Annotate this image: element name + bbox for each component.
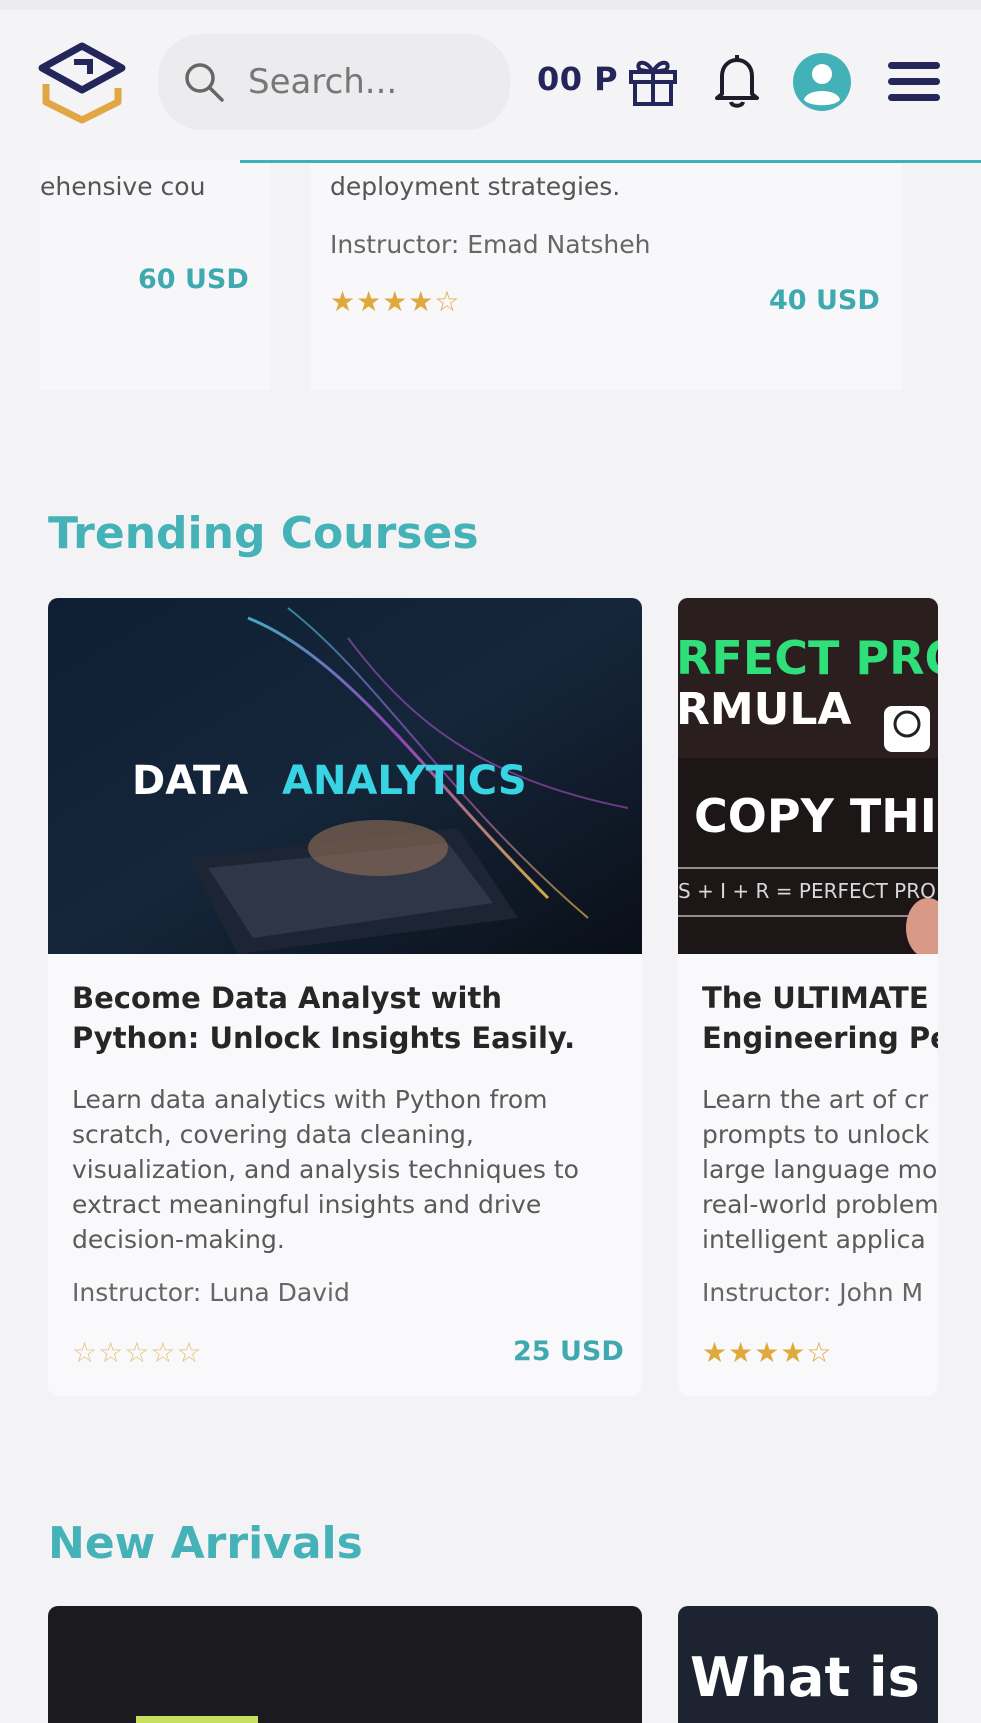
course-card[interactable]: DATA ANALYTICS Become Data Analyst with …	[48, 598, 642, 1396]
app-header: 00 P	[0, 0, 981, 160]
thumbnail-text: DATA	[132, 758, 248, 804]
section-title-trending: Trending Courses	[48, 508, 479, 559]
search-input[interactable]	[248, 62, 478, 102]
bell-icon[interactable]	[710, 52, 764, 110]
course-description: Learn data analytics with Python from sc…	[72, 1085, 579, 1254]
course-card[interactable]: ············· ············ ··········· d…	[310, 140, 902, 390]
course-description-line: Learn the art of cr	[702, 1085, 929, 1114]
course-description-line: real-world problem	[702, 1190, 938, 1219]
course-card[interactable]: RFECT PRO RMULA COPY THI S + I + R = PER…	[678, 598, 938, 1396]
course-price: 40 USD	[769, 285, 880, 316]
course-description-fragment: ehensive cou	[40, 172, 206, 201]
course-description-line: large language mo	[702, 1155, 938, 1184]
section-title-new-arrivals: New Arrivals	[48, 1518, 363, 1569]
course-description: Learn the art of cr prompts to unlock la…	[702, 1082, 938, 1257]
course-instructor: Instructor: Emad Natsheh	[330, 230, 651, 259]
thumbnail-accent	[136, 1716, 258, 1723]
course-title[interactable]: The ULTIMATE Engineering Pe	[702, 978, 938, 1058]
course-thumbnail[interactable]: What is	[678, 1606, 938, 1723]
course-card-partial[interactable]: ····· ···· ehensive cou 60 USD	[40, 140, 270, 390]
thumbnail-text: COPY THI	[694, 789, 937, 843]
course-description-line: intelligent applica	[702, 1225, 926, 1254]
rating-stars: ★★★★☆	[702, 1336, 833, 1369]
thumbnail-text: RMULA	[678, 684, 851, 735]
course-title-line: Engineering Pe	[702, 1021, 938, 1055]
rating-stars: ★★★★☆	[330, 285, 461, 318]
course-description-line: prompts to unlock	[702, 1120, 930, 1149]
hamburger-menu-icon[interactable]	[886, 60, 942, 104]
course-price: 25 USD	[513, 1336, 624, 1367]
thumbnail-text: ANALYTICS	[282, 758, 527, 804]
status-strip	[0, 0, 981, 10]
course-title[interactable]: Become Data Analyst with Python: Unlock …	[72, 978, 624, 1058]
points-balance[interactable]: 00 P	[537, 60, 618, 98]
course-thumbnail[interactable]: RFECT PRO RMULA COPY THI S + I + R = PER…	[678, 598, 938, 954]
logo-icon[interactable]	[34, 40, 130, 126]
thumbnail-text: S + I + R = PERFECT PRO	[678, 879, 936, 903]
search-icon	[185, 63, 224, 102]
thumbnail-text: What is	[690, 1646, 920, 1709]
scroll-indicator	[240, 160, 981, 163]
thumbnail-text: RFECT PRO	[678, 631, 938, 685]
course-instructor: Instructor: Luna David	[72, 1278, 350, 1307]
course-title-line: The ULTIMATE	[702, 981, 929, 1015]
course-thumbnail[interactable]	[48, 1606, 642, 1723]
course-instructor: Instructor: John M	[702, 1278, 924, 1307]
gift-icon[interactable]	[626, 54, 680, 108]
course-description: deployment strategies.	[330, 172, 621, 201]
course-thumbnail[interactable]: DATA ANALYTICS	[48, 598, 642, 954]
avatar-icon[interactable]	[792, 52, 852, 112]
course-price: 60 USD	[138, 264, 249, 295]
rating-stars: ☆☆☆☆☆	[72, 1336, 203, 1369]
search-bar[interactable]	[158, 34, 510, 130]
